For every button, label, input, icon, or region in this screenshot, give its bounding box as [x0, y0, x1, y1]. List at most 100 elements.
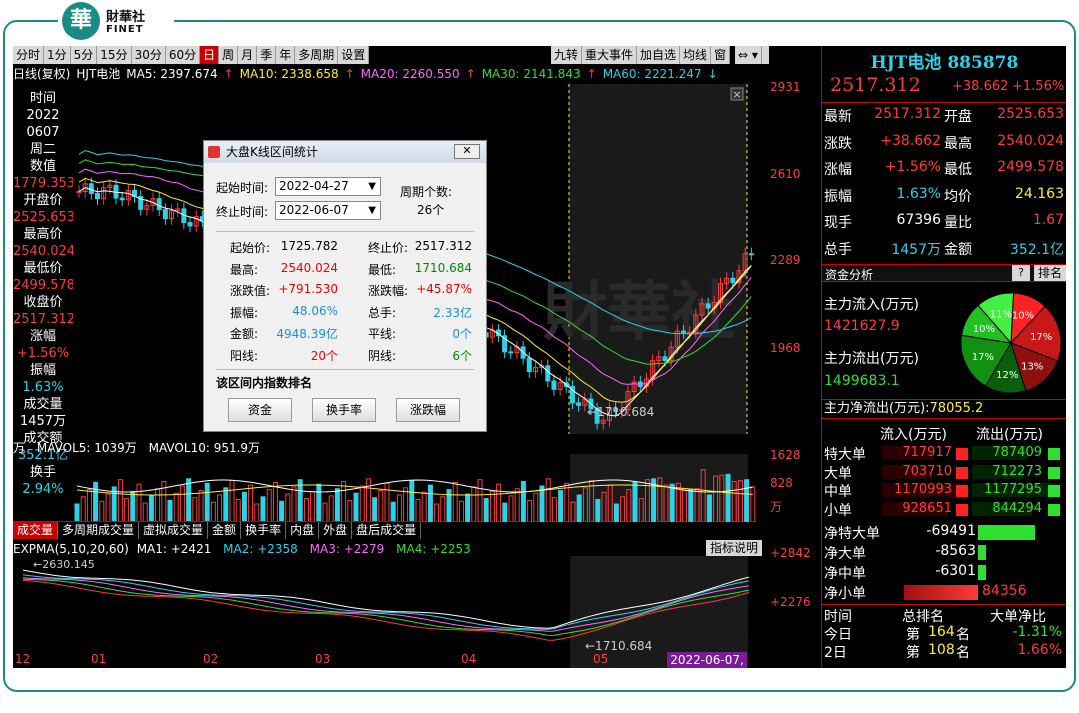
info-cell: 2022 [26, 108, 60, 123]
indicator-tab[interactable]: 多周期成交量 [58, 522, 140, 539]
quote-value: +38.662 [880, 132, 941, 149]
divider [822, 102, 1066, 103]
info-cell: 2517.312 [13, 312, 73, 327]
rank-change-button[interactable]: 涨跌幅 [396, 398, 460, 422]
stat-value: 0个 [452, 327, 472, 341]
period-tab[interactable]: 季 [257, 46, 277, 64]
inflow-amount: 703710 [902, 463, 952, 479]
volume-bar [539, 485, 545, 522]
volume-bar [99, 500, 105, 522]
period-tab[interactable]: 年 [276, 46, 296, 64]
period-tab[interactable]: 日 [200, 46, 220, 64]
quote-value: 1.63% [896, 185, 941, 202]
indicator-tab[interactable]: 内盘 [286, 522, 320, 539]
info-cell: 1779.353 [13, 176, 73, 191]
ma-value: MA20: 2260.550 [360, 67, 460, 81]
rank-number: 164 [928, 624, 955, 640]
divider [216, 231, 474, 232]
candle-body [576, 402, 582, 406]
volume-bar [328, 495, 334, 522]
period-tab[interactable]: 30分 [132, 46, 166, 64]
selection-range [569, 84, 747, 434]
expma-chart[interactable]: ←2630.145 ←1710.684 [13, 540, 770, 668]
outflow-swatch [1048, 448, 1060, 460]
net-value: -8563 [935, 543, 976, 559]
indicator-tab[interactable]: 金额 [208, 522, 242, 539]
volume-bar [378, 490, 384, 522]
period-tab[interactable]: 月 [238, 46, 258, 64]
volume-bar [483, 498, 489, 522]
start-date-select[interactable]: 2022-04-27 ▼ [275, 177, 381, 196]
volume-bar [173, 492, 179, 522]
info-cell: +1.56% [16, 346, 70, 361]
volume-bar [465, 493, 471, 522]
net-label: 净特大单 [824, 526, 880, 542]
volume-bar [204, 482, 210, 522]
toolbar-arrows[interactable]: ⇔ ▾ [735, 46, 769, 64]
rank-turnover-button[interactable]: 换手率 [312, 398, 376, 422]
volume-bar [74, 503, 80, 522]
info-cell: 开盘价 [23, 193, 63, 208]
rank-button[interactable]: 排名 [1034, 265, 1066, 281]
arrows-icon[interactable]: ⇔ ▾ [735, 46, 762, 64]
period-tab[interactable]: 1分 [44, 46, 71, 64]
indicator-tabs: 成交量 多周期成交量 虚拟成交量 金额 换手率 内盘 外盘 盘后成交量 [13, 521, 422, 539]
tool-button[interactable]: 窗 [711, 46, 731, 64]
tool-button[interactable]: 均线 [680, 46, 712, 64]
stat-label: 阳线: [230, 348, 259, 363]
period-tab[interactable]: 15分 [97, 46, 132, 64]
quote-label: 均价 [944, 188, 972, 205]
quote-label: 最低 [944, 162, 972, 178]
indicator-tab[interactable]: 盘后成交量 [352, 522, 422, 539]
vol-tick: 1628 [770, 448, 801, 462]
flow-label: 小单 [824, 502, 852, 519]
expma-note: ←2630.145 [33, 558, 95, 571]
dialog-titlebar[interactable]: 大盘K线区间统计 ✕ [204, 141, 486, 163]
ma-legend: 日线(复权) HJT电池 MA5: 2397.674 ↑ MA10: 2338.658 ↑… [13, 66, 718, 82]
indicator-tab[interactable]: 虚拟成交量 [139, 522, 209, 539]
inflow-amount: 717917 [902, 445, 952, 460]
tool-button[interactable]: 加自选 [637, 46, 681, 64]
stat-label: 最高: [230, 262, 259, 277]
quote-row: 现手 67396 量比 1.67 [822, 212, 1066, 238]
volume-bar [266, 489, 272, 522]
volume-bar [148, 495, 154, 522]
fund-header: 资金分析 ? 排名 [822, 264, 1066, 282]
outflow-label: 主力流出(万元) [824, 351, 919, 367]
volume-bar [458, 500, 464, 522]
period-tab[interactable]: 5分 [71, 46, 98, 64]
period-tab[interactable]: 多周期 [295, 46, 339, 64]
stat-value: 1710.684 [414, 260, 472, 275]
quote-value: 1457万 [891, 241, 941, 258]
indicator-tab[interactable]: 外盘 [319, 522, 353, 539]
period-tab[interactable]: 周 [219, 46, 239, 64]
info-cell: 振幅 [29, 363, 56, 378]
quote-value: 352.1亿 [1009, 241, 1064, 258]
volume-bar [142, 502, 148, 522]
info-cell: 时间 [29, 91, 56, 106]
trading-screen: 分时 1分 5分 15分 30分 60分日周月季年多周期 设置 九转 重大事件 加自选 均线窗 ⇔… [13, 46, 1066, 668]
flow-in-head: 流入(万元) [880, 427, 947, 443]
quote-label: 最高 [944, 135, 972, 152]
indicator-help-button[interactable]: 指标说明 [706, 540, 762, 556]
indicator-tab[interactable]: 换手率 [241, 522, 287, 539]
indicator-tab[interactable]: 成交量 [13, 522, 59, 539]
period-label: 周期个数: [400, 185, 453, 199]
quote-label: 最新 [824, 109, 852, 125]
quote-label: 量比 [944, 215, 972, 231]
period-tab[interactable]: 设置 [338, 46, 370, 64]
rank-fund-button[interactable]: 资金 [228, 398, 292, 422]
close-icon[interactable]: ✕ [454, 144, 480, 159]
tool-button[interactable]: 九转 [551, 46, 583, 64]
end-date-select[interactable]: 2022-06-07 ▼ [275, 201, 381, 220]
chevron-down-icon: ▼ [368, 205, 376, 216]
info-cell: 1.63% [22, 380, 64, 395]
dialog-icon [208, 146, 220, 158]
volume-bar [409, 480, 415, 522]
period-tab[interactable]: 60分 [166, 46, 201, 64]
volume-bar [558, 490, 564, 522]
period-tab[interactable]: 分时 [13, 46, 45, 64]
tool-button[interactable]: 重大事件 [582, 46, 638, 64]
help-icon[interactable]: ? [1012, 265, 1030, 281]
volume-bar [564, 482, 570, 522]
